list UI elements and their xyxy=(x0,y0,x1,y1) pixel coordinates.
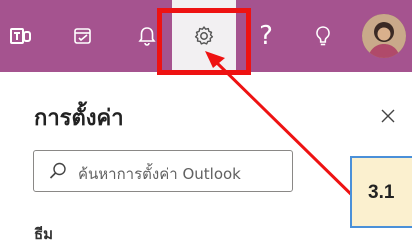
todo-icon xyxy=(74,28,91,44)
settings-highlight-box xyxy=(157,8,251,75)
bell-icon xyxy=(138,27,156,46)
close-icon xyxy=(381,109,395,123)
help-icon: ? xyxy=(259,21,273,51)
panel-title: การตั้งค่า xyxy=(34,106,124,131)
tips-button[interactable] xyxy=(300,0,346,72)
search-placeholder: ค้นหาการตั้งค่า Outlook xyxy=(78,165,241,183)
account-button[interactable] xyxy=(356,0,412,72)
search-icon xyxy=(49,162,66,179)
step-label: 3.1 xyxy=(368,182,395,203)
step-callout: 3.1 xyxy=(350,156,412,228)
close-button[interactable] xyxy=(372,100,404,132)
settings-search-input[interactable]: ค้นหาการตั้งค่า Outlook xyxy=(33,150,293,192)
teams-icon xyxy=(10,28,31,44)
teams-button[interactable] xyxy=(0,0,40,72)
avatar xyxy=(362,14,406,58)
theme-section-label: ธีม xyxy=(34,225,54,240)
lightbulb-icon xyxy=(316,26,330,46)
outlook-screen: ? การตั้งค่า ค้นหาการตั้งค่า Outlook ธีม… xyxy=(0,0,412,240)
todo-button[interactable] xyxy=(58,0,108,72)
